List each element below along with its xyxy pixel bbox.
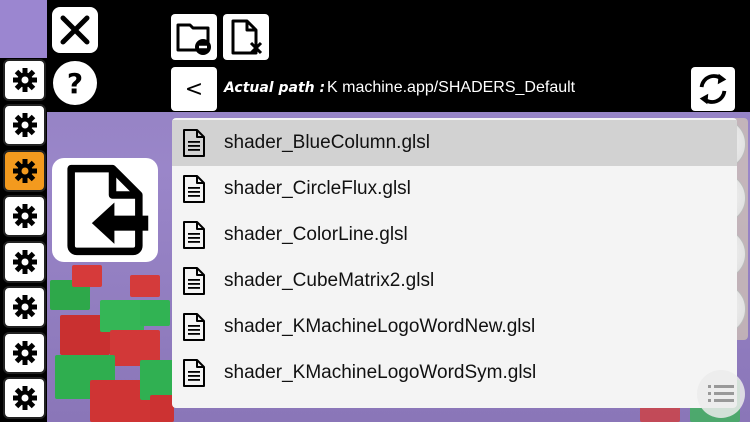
file-list-item[interactable]: shader_KMachineLogoWordSym.glsl [172, 350, 737, 396]
gear-icon [12, 340, 38, 366]
gear-icon [12, 203, 38, 229]
gear-icon [12, 67, 38, 93]
file-name: shader_BlueColumn.glsl [224, 132, 430, 153]
file-list-item[interactable]: shader_BlueColumn.glsl [172, 120, 737, 166]
import-file-button[interactable] [52, 158, 158, 262]
background-cube [130, 275, 160, 297]
close-button[interactable] [52, 7, 98, 53]
background-cube [72, 265, 102, 287]
folder-remove-button[interactable] [171, 14, 217, 60]
document-icon [182, 358, 206, 388]
gear-button[interactable] [3, 104, 46, 146]
gear-icon [12, 158, 38, 184]
gear-button[interactable] [3, 286, 46, 328]
path-label: Actual path : [224, 80, 326, 96]
document-icon [182, 128, 206, 158]
file-name: shader_KMachineLogoWordNew.glsl [224, 316, 536, 337]
file-name: shader_KMachineLogoWordSym.glsl [224, 362, 537, 383]
file-name: shader_CircleFlux.glsl [224, 178, 411, 199]
document-icon [182, 312, 206, 342]
folder-remove-icon [176, 23, 211, 55]
path-value: K machine.app/SHADERS_Default [327, 79, 576, 96]
gear-button[interactable] [3, 377, 46, 419]
gear-icon [12, 385, 38, 411]
gear-button[interactable] [3, 332, 46, 374]
document-icon [182, 220, 206, 250]
background-cube [100, 300, 144, 332]
background-cube [150, 395, 174, 422]
back-button[interactable]: < [171, 67, 217, 111]
close-icon [60, 15, 90, 45]
refresh-icon [699, 73, 727, 105]
gear-button[interactable] [3, 241, 46, 283]
document-icon [182, 266, 206, 296]
gear-icon [12, 294, 38, 320]
back-button-label: < [184, 76, 204, 102]
refresh-button[interactable] [691, 67, 735, 111]
file-list-item[interactable]: shader_ColorLine.glsl [172, 212, 737, 258]
gear-icon [12, 112, 38, 138]
file-delete-icon [231, 19, 263, 55]
help-icon: ? [66, 66, 84, 100]
file-list-panel: shader_BlueColumn.glsl shader_CircleFlux.… [172, 118, 737, 408]
file-list-item[interactable]: shader_KMachineLogoWordNew.glsl [172, 304, 737, 350]
file-list-item[interactable]: shader_CircleFlux.glsl [172, 166, 737, 212]
file-list-item[interactable]: shader_CubeMatrix2.glsl [172, 258, 737, 304]
file-name: shader_CubeMatrix2.glsl [224, 270, 435, 291]
background-cube [140, 300, 170, 326]
gear-button[interactable] [3, 150, 46, 192]
help-button[interactable]: ? [53, 61, 97, 105]
file-delete-button[interactable] [223, 14, 269, 60]
document-icon [182, 174, 206, 204]
left-top-accent [0, 0, 47, 58]
file-name: shader_ColorLine.glsl [224, 224, 408, 245]
gear-button[interactable] [3, 195, 46, 237]
gear-button[interactable] [3, 59, 46, 101]
gear-icon [12, 249, 38, 275]
file-import-icon [67, 164, 149, 256]
list-menu-button[interactable] [697, 370, 745, 418]
list-menu-icon [708, 385, 734, 402]
